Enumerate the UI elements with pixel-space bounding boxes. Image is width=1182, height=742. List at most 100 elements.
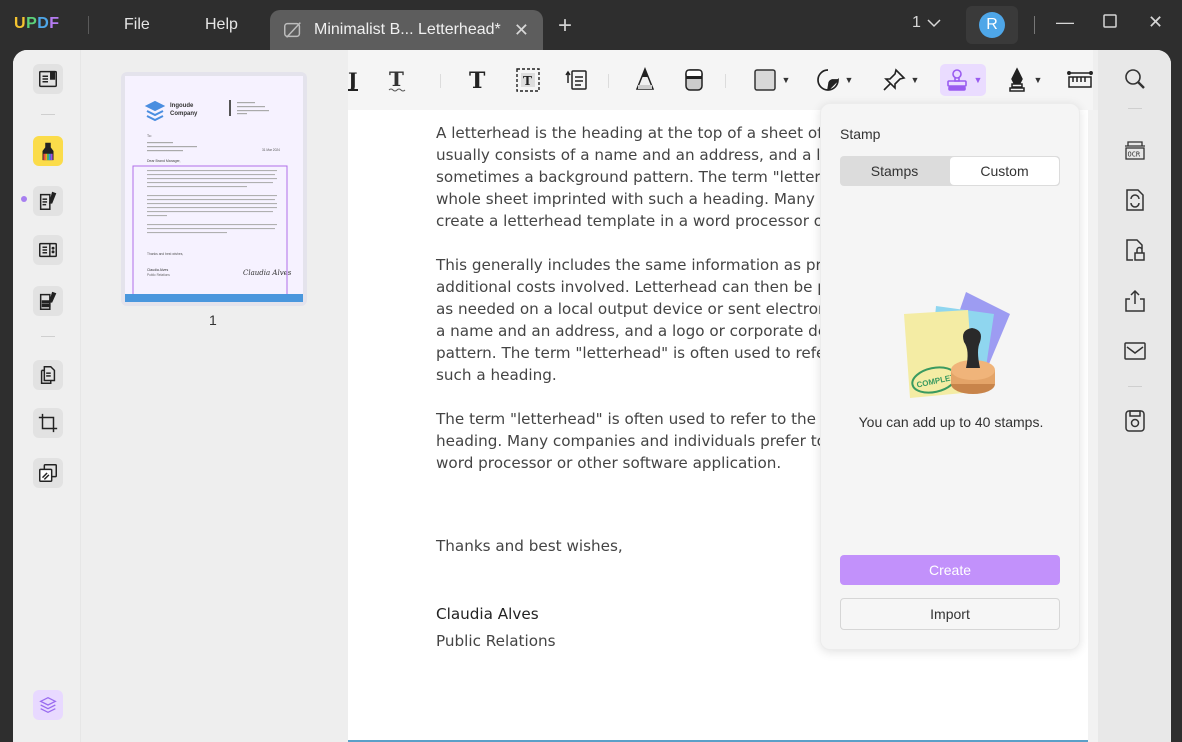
left-toolbar	[13, 50, 81, 742]
svg-text:To:: To:	[147, 134, 152, 138]
signature-tool[interactable]: ▼	[1003, 64, 1043, 96]
document-tab[interactable]: Minimalist B... Letterhead* ✕	[270, 10, 543, 50]
svg-text:Thanks and best wishes,: Thanks and best wishes,	[147, 252, 183, 256]
svg-text:Dear Brand Manager,: Dear Brand Manager,	[147, 159, 181, 163]
callout-icon	[565, 70, 587, 90]
thumb-company-2: Company	[170, 111, 198, 117]
divider	[88, 16, 89, 34]
highlighter-icon	[42, 142, 54, 161]
underline-icon: J	[348, 68, 358, 92]
sign-button[interactable]	[33, 286, 63, 316]
pin-tool[interactable]: ▼	[880, 64, 920, 96]
window-selector[interactable]: 1	[912, 14, 941, 32]
tab-stamps[interactable]: Stamps	[840, 156, 949, 186]
share-button[interactable]	[1122, 288, 1148, 314]
ruler-icon	[1066, 71, 1093, 88]
crop-icon	[38, 413, 58, 433]
chevron-down-icon	[927, 19, 941, 28]
text-box-icon: T	[516, 68, 540, 92]
stamp-panel-title: Stamp	[840, 126, 881, 142]
layers-icon	[39, 696, 57, 714]
convert-button[interactable]	[1122, 187, 1148, 213]
reader-mode-button[interactable]	[33, 64, 63, 94]
save-button[interactable]	[1122, 408, 1148, 434]
divider	[608, 74, 609, 88]
text-box-tool[interactable]: T	[515, 64, 541, 96]
create-stamp-button[interactable]: Create	[840, 555, 1060, 585]
thumbnail-page: Ingoude Company To: 31 Mar 2024 Dear Bra…	[125, 76, 303, 302]
search-button[interactable]	[1122, 66, 1148, 92]
company-logo-icon	[144, 100, 166, 122]
squiggly-tool[interactable]: T	[386, 64, 412, 96]
svg-text:Claudia Alves: Claudia Alves	[147, 268, 168, 272]
menu-file[interactable]: File	[124, 16, 150, 34]
prepare-form-button[interactable]	[33, 235, 63, 265]
share-icon	[1125, 289, 1145, 312]
updf-logo: UPDF	[14, 15, 60, 32]
close-tab-icon[interactable]: ✕	[514, 20, 529, 41]
ocr-icon: OCR	[1125, 141, 1145, 160]
text-callout-tool[interactable]	[563, 64, 589, 96]
maximize-icon[interactable]	[1102, 13, 1118, 34]
email-button[interactable]	[1122, 338, 1148, 364]
avatar: R	[979, 12, 1005, 38]
shape-tool[interactable]: ▼	[751, 64, 791, 96]
pen-nib-icon	[1008, 67, 1025, 92]
active-indicator	[21, 196, 27, 202]
protect-button[interactable]	[1122, 237, 1148, 263]
svg-text:OCR: OCR	[1128, 151, 1141, 159]
layers-button[interactable]	[33, 690, 63, 720]
stamp-tool[interactable]: ▼	[940, 64, 986, 96]
underline-tool[interactable]: J	[348, 64, 364, 96]
right-toolbar: OCR	[1098, 50, 1171, 742]
stamp-limit-message: You can add up to 40 stamps.	[858, 414, 1044, 430]
organize-pages-button[interactable]	[33, 360, 63, 390]
divider	[41, 336, 55, 337]
form-icon	[39, 242, 57, 258]
edit-pdf-button[interactable]	[33, 186, 63, 216]
eraser-tool[interactable]	[681, 64, 707, 96]
title-bar: UPDF File Help Minimalist B... Letterhea…	[0, 0, 1182, 50]
crop-button[interactable]	[33, 408, 63, 438]
edit-document-icon	[39, 191, 57, 210]
scrollbar[interactable]	[1088, 110, 1098, 742]
lock-document-icon	[1126, 239, 1145, 261]
menu-help[interactable]: Help	[205, 16, 238, 34]
text-icon: T	[469, 68, 486, 93]
tab-title: Minimalist B... Letterhead*	[314, 21, 501, 38]
convert-icon	[1126, 189, 1144, 211]
stamp-illustration: COMPLETE	[904, 292, 1010, 398]
tab-custom[interactable]: Custom	[950, 157, 1059, 185]
import-stamp-button[interactable]: Import	[840, 598, 1060, 630]
pencil-tool[interactable]	[632, 64, 658, 96]
minimize-icon[interactable]: —	[1056, 12, 1074, 33]
new-tab-button[interactable]: +	[558, 12, 572, 40]
sticker-tool[interactable]: ▼	[814, 64, 854, 96]
caret-down-icon: ▼	[973, 75, 983, 85]
svg-text:Public Relations: Public Relations	[147, 273, 170, 277]
eraser-icon	[685, 69, 703, 91]
caret-down-icon: ▼	[910, 75, 920, 85]
ocr-button[interactable]: OCR	[1122, 137, 1148, 163]
account-button[interactable]: R	[966, 6, 1018, 44]
stamp-icon	[946, 69, 967, 91]
mail-icon	[1124, 342, 1146, 360]
watermark-button[interactable]	[33, 458, 63, 488]
book-icon	[39, 70, 57, 88]
annotation-toolbar: J T T T ▼ ▼ ▼ ▼ ▼	[348, 50, 1105, 110]
sticker-icon	[816, 69, 839, 91]
thumbnail-panel: Ingoude Company To: 31 Mar 2024 Dear Bra…	[81, 50, 348, 742]
thumb-signature: Claudia Alves	[243, 269, 292, 277]
caret-down-icon: ▼	[844, 75, 854, 85]
svg-text:T: T	[523, 74, 532, 88]
pages-icon	[40, 366, 56, 384]
pin-icon	[882, 68, 906, 91]
save-icon	[1125, 410, 1145, 432]
close-window-icon[interactable]: ✕	[1148, 12, 1163, 33]
page-thumbnail[interactable]: Ingoude Company To: 31 Mar 2024 Dear Bra…	[121, 72, 307, 306]
text-tool[interactable]: T	[466, 64, 492, 96]
thumb-company-1: Ingoude	[170, 103, 194, 109]
divider	[41, 114, 55, 115]
watermark-icon	[39, 464, 57, 482]
comment-tool-button[interactable]	[33, 136, 63, 166]
